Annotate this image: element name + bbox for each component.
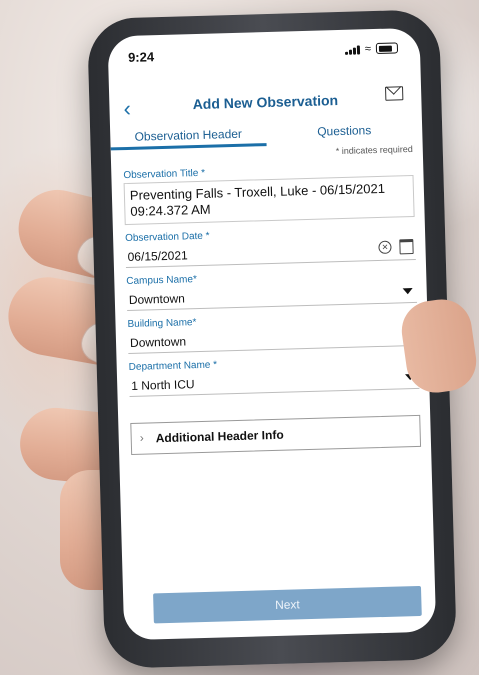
wifi-icon: ≈: [364, 42, 372, 55]
caret-down-icon: [402, 288, 413, 295]
status-time: 9:24: [127, 49, 155, 65]
phone-screen: 9:24 ≈ ‹ Add New Observation Observation…: [107, 27, 437, 641]
phone-frame: 9:24 ≈ ‹ Add New Observation Observation…: [86, 9, 458, 669]
status-icons: ≈: [344, 42, 399, 55]
campus-name-value: Downtown: [128, 291, 186, 307]
clear-icon[interactable]: ✕: [378, 240, 392, 254]
form: * indicates required Observation Title *…: [123, 144, 422, 455]
observation-title-input[interactable]: Preventing Falls - Troxell, Luke - 06/15…: [123, 174, 415, 226]
observation-date-value: 06/15/2021: [127, 248, 188, 264]
department-name-value: 1 North ICU: [131, 377, 195, 393]
battery-icon: [375, 42, 399, 54]
chevron-right-icon: ›: [139, 430, 144, 445]
status-bar: 9:24 ≈: [107, 28, 420, 73]
next-button[interactable]: Next: [153, 585, 422, 624]
signal-icon: [344, 44, 361, 55]
app-header: ‹ Add New Observation Observation Header…: [109, 70, 423, 151]
mail-icon[interactable]: [385, 86, 404, 101]
tab-questions[interactable]: Questions: [266, 116, 423, 146]
accordion-title: Additional Header Info: [155, 427, 284, 446]
tab-observation-header[interactable]: Observation Header: [109, 120, 267, 151]
additional-header-info-accordion[interactable]: › Additional Header Info: [130, 414, 422, 455]
building-name-value: Downtown: [129, 334, 187, 350]
page-title: Add New Observation: [192, 92, 339, 113]
calendar-icon[interactable]: [399, 239, 414, 255]
